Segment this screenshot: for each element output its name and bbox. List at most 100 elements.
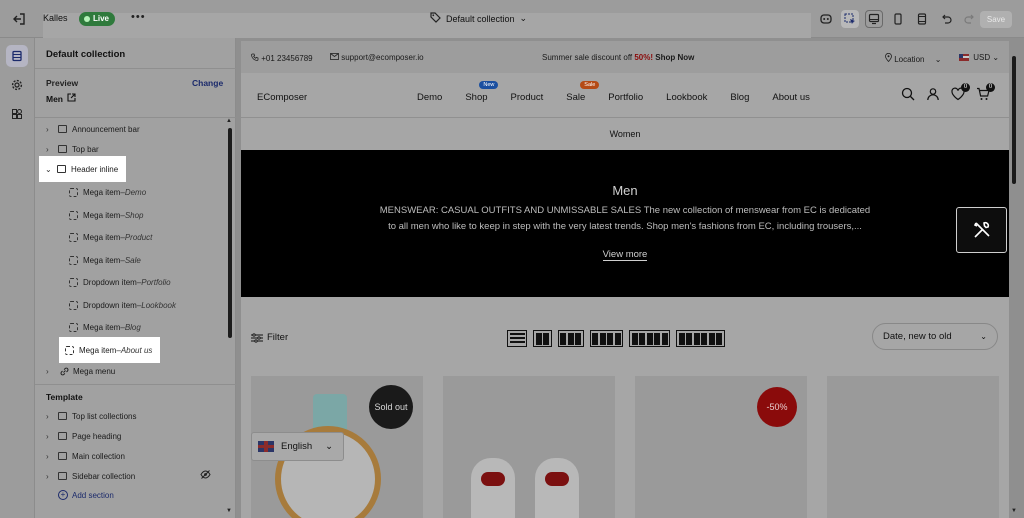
tablet-view-icon[interactable] xyxy=(913,10,931,28)
grid-3-icon[interactable] xyxy=(557,330,584,347)
exit-icon[interactable] xyxy=(12,12,26,26)
block-mega-item-demo[interactable]: Mega item – Demo xyxy=(69,185,146,199)
nav-blog[interactable]: Blog xyxy=(730,92,749,103)
sections-sidebar: Default collection Preview Change Men ▲ … xyxy=(35,38,236,518)
page-selector[interactable]: Default collection ⌄ xyxy=(430,12,527,25)
section-header-inline[interactable]: ⌄ Header inline xyxy=(39,156,127,182)
nav-shop[interactable]: Shop New xyxy=(465,81,499,103)
section-announcement-bar[interactable]: › Announcement bar xyxy=(46,122,140,136)
block-mega-item-sale[interactable]: Mega item – Sale xyxy=(69,253,141,267)
view-more-label: View more xyxy=(602,249,648,261)
nav-lookbook[interactable]: Lookbook xyxy=(666,92,707,103)
nav-demo[interactable]: Demo xyxy=(417,92,442,103)
phone-contact[interactable]: +01 23456789 xyxy=(251,53,313,63)
section-page-heading[interactable]: › Page heading xyxy=(46,429,121,443)
section-top-list-collections[interactable]: › Top list collections xyxy=(46,409,136,423)
sidebar-scrollbar[interactable] xyxy=(228,128,232,338)
more-options-button[interactable]: ••• xyxy=(131,11,146,23)
account-icon[interactable] xyxy=(926,87,940,104)
chevron-right-icon[interactable]: › xyxy=(46,472,58,481)
product-card[interactable] xyxy=(827,376,999,518)
block-mega-item-shop[interactable]: Mega item – Shop xyxy=(69,208,144,222)
nav-sale[interactable]: Sale Sale xyxy=(566,81,600,103)
sections-icon[interactable] xyxy=(6,45,28,67)
preview-value[interactable]: Men xyxy=(46,93,76,104)
ai-assistant-icon[interactable] xyxy=(817,10,835,28)
apps-icon[interactable] xyxy=(6,103,28,125)
section-main-collection[interactable]: › Main collection xyxy=(46,449,125,463)
canvas-scrollbar[interactable] xyxy=(1012,56,1016,184)
store-preview[interactable]: +01 23456789 support@ecomposer.io Summer… xyxy=(241,41,1009,518)
product-image xyxy=(535,458,579,518)
chevron-right-icon[interactable]: › xyxy=(46,145,58,154)
block-dropdown-item-portfolio[interactable]: Dropdown item – Portfolio xyxy=(69,275,171,289)
save-button[interactable]: Save xyxy=(980,11,1012,28)
select-tool-icon[interactable] xyxy=(841,10,859,28)
nav-about-us[interactable]: About us xyxy=(772,92,810,103)
nav-portfolio[interactable]: Portfolio xyxy=(608,92,643,103)
language-selector[interactable]: English ⌄ xyxy=(251,432,344,461)
change-preview-link[interactable]: Change xyxy=(192,78,223,88)
grid-5-icon[interactable] xyxy=(629,330,670,347)
redo-icon[interactable] xyxy=(961,10,979,28)
location-selector[interactable]: Location ⌄ xyxy=(885,52,941,64)
wishlist-count: 0 xyxy=(961,83,970,92)
external-link-icon xyxy=(67,93,76,104)
sort-select[interactable]: Date, new to old ⌄ xyxy=(872,323,998,350)
section-label: Announcement bar xyxy=(72,124,140,134)
grid-6-icon[interactable] xyxy=(676,330,725,347)
section-icon xyxy=(58,145,67,153)
store-logo[interactable]: EComposer xyxy=(257,92,307,103)
section-mega-menu[interactable]: › Mega menu xyxy=(46,364,115,378)
product-card[interactable] xyxy=(443,376,615,518)
block-mega-item-about-us[interactable]: Mega item – About us xyxy=(59,337,161,363)
sold-out-badge: Sold out xyxy=(369,385,413,429)
promo-message[interactable]: Summer sale discount off 50%! Shop Now xyxy=(542,53,694,62)
block-dropdown-item-lookbook[interactable]: Dropdown item – Lookbook xyxy=(69,298,176,312)
filter-button[interactable]: Filter xyxy=(251,332,288,343)
product-card[interactable]: -50% xyxy=(635,376,807,518)
undo-icon[interactable] xyxy=(937,10,955,28)
edit-tools-icon[interactable] xyxy=(956,207,1007,253)
search-icon[interactable] xyxy=(901,87,915,104)
settings-gear-icon[interactable] xyxy=(6,74,28,96)
grid-2-icon[interactable] xyxy=(533,330,552,347)
collection-hero[interactable]: Men MENSWEAR: CASUAL OUTFITS AND UNMISSA… xyxy=(241,150,1009,297)
scroll-down-icon[interactable]: ▼ xyxy=(226,508,232,514)
filter-label: Filter xyxy=(267,332,289,343)
chevron-right-icon[interactable]: › xyxy=(46,452,58,461)
add-section-button[interactable]: + Add section xyxy=(58,490,114,500)
email-contact[interactable]: support@ecomposer.io xyxy=(330,53,424,62)
wishlist-heart-icon[interactable]: 0 xyxy=(951,83,970,104)
announcement-bar[interactable]: +01 23456789 support@ecomposer.io Summer… xyxy=(241,41,1009,73)
currency-selector[interactable]: USD ⌄ xyxy=(959,53,999,62)
list-view-icon[interactable] xyxy=(507,330,527,347)
block-mega-item-product[interactable]: Mega item – Product xyxy=(69,230,152,244)
shop-now-link[interactable]: Shop Now xyxy=(653,53,694,62)
nav-label: Sale xyxy=(566,92,586,103)
view-more-link[interactable]: View more xyxy=(241,249,1009,261)
chevron-right-icon[interactable]: › xyxy=(46,412,58,421)
chevron-right-icon[interactable]: › xyxy=(46,367,58,376)
eye-hidden-icon[interactable] xyxy=(200,470,211,481)
grid-4-icon[interactable] xyxy=(589,330,623,347)
section-sidebar-collection[interactable]: › Sidebar collection xyxy=(46,469,135,483)
chevron-right-icon[interactable]: › xyxy=(46,432,58,441)
section-top-bar[interactable]: › Top bar xyxy=(46,142,99,156)
block-type: Mega item xyxy=(83,210,121,220)
cart-icon[interactable]: 0 xyxy=(976,83,995,104)
product-grid: Sold out -50% xyxy=(251,376,999,518)
collection-breadcrumb[interactable]: Women xyxy=(241,118,1009,150)
nav-product[interactable]: Product xyxy=(511,92,544,103)
chevron-down-icon[interactable]: ⌄ xyxy=(45,165,57,174)
scroll-up-icon[interactable]: ▲ xyxy=(226,118,232,124)
section-label: Top bar xyxy=(72,144,99,154)
chevron-right-icon[interactable]: › xyxy=(46,125,58,134)
desktop-view-icon[interactable] xyxy=(865,10,883,28)
store-header[interactable]: EComposer Demo Shop New Product Sale Sale … xyxy=(241,73,1009,118)
block-mega-item-blog[interactable]: Mega item – Blog xyxy=(69,320,141,334)
scroll-down-icon[interactable]: ▼ xyxy=(1011,508,1017,514)
mobile-view-icon[interactable] xyxy=(889,10,907,28)
template-heading: Template xyxy=(46,392,83,402)
section-label: Sidebar collection xyxy=(72,471,136,481)
